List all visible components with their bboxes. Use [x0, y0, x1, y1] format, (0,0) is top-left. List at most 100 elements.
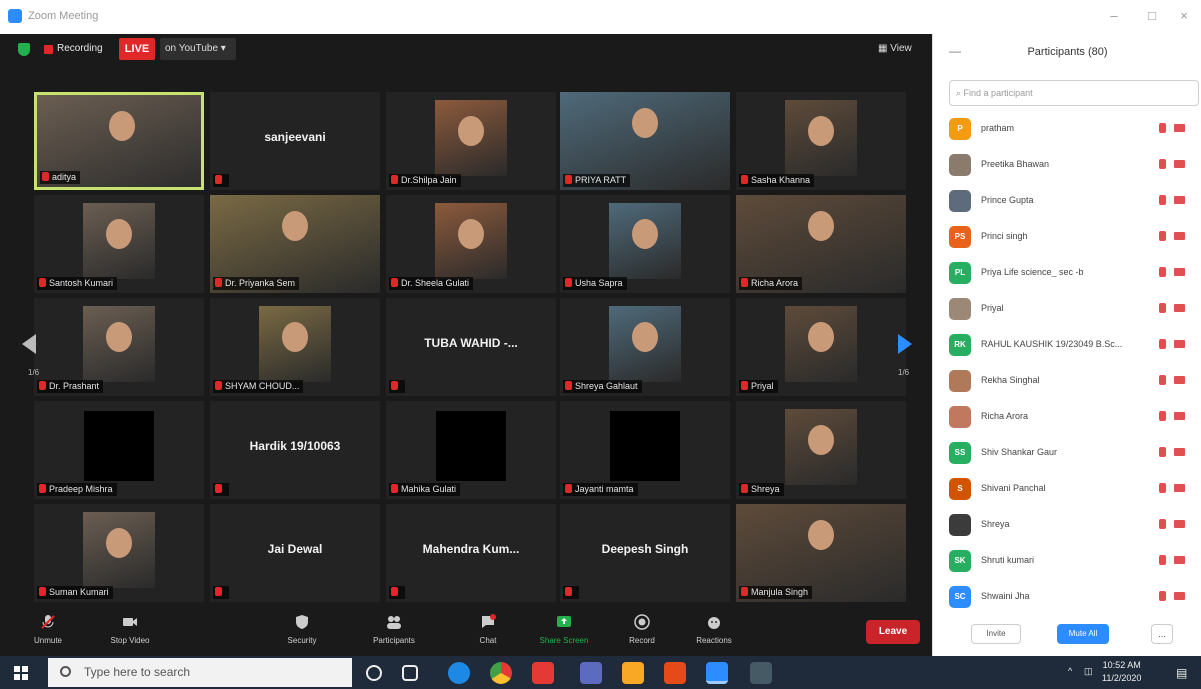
edge-browser-icon[interactable]	[448, 662, 470, 684]
stop-video-button[interactable]: Stop Video	[100, 614, 160, 645]
participant-name-tag: Dr. Prashant	[37, 380, 104, 393]
windows-start-icon[interactable]	[14, 666, 28, 680]
participant-search-input[interactable]: ⌕ Find a participant	[949, 80, 1199, 106]
participant-name: Shreya Gahlaut	[575, 381, 638, 391]
participant-video-tile[interactable]: Pradeep Mishra	[34, 401, 204, 499]
muted-mic-icon	[741, 587, 748, 596]
taskbar-clock[interactable]: 10:52 AM 11/2/2020	[1102, 659, 1141, 685]
video-camera-icon	[1174, 376, 1185, 384]
participant-row[interactable]: Priyal	[933, 290, 1201, 326]
minimize-button[interactable]: –	[1102, 8, 1126, 23]
zoom-taskbar-icon[interactable]	[706, 662, 728, 684]
task-view-icon[interactable]	[402, 665, 418, 681]
app-icon[interactable]	[750, 662, 772, 684]
participant-row[interactable]: PL Priya Life science_ sec -b	[933, 254, 1201, 290]
participants-button[interactable]: Participants	[364, 614, 424, 645]
youtube-icon[interactable]	[532, 662, 554, 684]
participant-video-tile[interactable]: Jai Dewal	[210, 504, 380, 602]
participant-row[interactable]: PS Princi singh	[933, 218, 1201, 254]
participant-name-tag: Manjula Singh	[739, 586, 813, 599]
participant-name-tag: Jayanti mamta	[563, 483, 638, 496]
share-screen-button[interactable]: Share Screen	[534, 614, 594, 645]
notification-icon[interactable]: ▤	[1176, 666, 1187, 680]
participant-row[interactable]: Shreya	[933, 506, 1201, 542]
participant-video-tile[interactable]: Dr. Priyanka Sem	[210, 195, 380, 293]
participant-face	[808, 116, 834, 146]
participant-video-tile[interactable]: Suman Kumari	[34, 504, 204, 602]
participant-face	[808, 425, 834, 455]
muted-mic-icon	[1159, 159, 1166, 169]
next-page-arrow-icon[interactable]	[898, 334, 912, 354]
participant-video-tile[interactable]: sanjeevani	[210, 92, 380, 190]
participant-video-tile[interactable]: aditya	[34, 92, 204, 190]
teams-icon[interactable]	[580, 662, 602, 684]
participant-name: Pradeep Mishra	[49, 484, 113, 494]
leave-button[interactable]: Leave	[866, 620, 920, 644]
participant-video-tile[interactable]: Mahendra Kum...	[386, 504, 556, 602]
participant-video-tile[interactable]: Manjula Singh	[736, 504, 906, 602]
participant-name: Usha Sapra	[575, 278, 623, 288]
participant-video-tile[interactable]: PRIYA RATT	[560, 92, 730, 190]
participant-video-tile[interactable]: Dr. Prashant	[34, 298, 204, 396]
participant-video-tile[interactable]: Shreya	[736, 401, 906, 499]
network-icon[interactable]: ◫	[1084, 666, 1093, 677]
participant-row[interactable]: Preetika Bhawan	[933, 146, 1201, 182]
cortana-icon[interactable]	[366, 665, 382, 681]
record-button[interactable]: Record	[612, 614, 672, 645]
powerpoint-icon[interactable]	[664, 662, 686, 684]
unmute-button[interactable]: Unmute	[18, 614, 78, 645]
participant-video-feed	[609, 203, 681, 279]
participant-row[interactable]: Prince Gupta	[933, 182, 1201, 218]
participant-video-tile[interactable]: TUBA WAHID -...	[386, 298, 556, 396]
more-options-button[interactable]: ...	[1151, 624, 1173, 644]
video-grid: aditya sanjeevani Dr.Shilpa Jain PRIYA RATT…	[0, 92, 932, 602]
participant-video-tile[interactable]: Dr.Shilpa Jain	[386, 92, 556, 190]
participant-video-tile[interactable]: Dr. Sheela Gulati	[386, 195, 556, 293]
participant-video-tile[interactable]: Mahika Gulati	[386, 401, 556, 499]
security-button[interactable]: Security	[272, 614, 332, 645]
avatar: RK	[949, 334, 971, 356]
mute-all-button[interactable]: Mute All	[1057, 624, 1109, 644]
view-button[interactable]: ▦ View	[878, 43, 912, 54]
tray-chevron-icon[interactable]: ^	[1068, 666, 1072, 676]
participant-video-tile[interactable]: Shreya Gahlaut	[560, 298, 730, 396]
window-title: Zoom Meeting	[28, 10, 99, 22]
participant-row[interactable]: SS Shiv Shankar Gaur	[933, 434, 1201, 470]
participant-video-tile[interactable]: Santosh Kumari	[34, 195, 204, 293]
chat-button[interactable]: Chat	[458, 614, 518, 645]
participant-row[interactable]: Rekha Singhal	[933, 362, 1201, 398]
participant-name: Shreya	[981, 519, 1010, 529]
participant-row[interactable]: SK Shruti kumari	[933, 542, 1201, 578]
maximize-button[interactable]: □	[1140, 8, 1164, 23]
security-shield-icon[interactable]	[18, 43, 30, 56]
participant-video-tile[interactable]: SHYAM CHOUD...	[210, 298, 380, 396]
participant-name: Princi singh	[981, 231, 1028, 241]
reactions-button[interactable]: Reactions	[684, 614, 744, 645]
chrome-browser-icon[interactable]	[490, 662, 512, 684]
participant-face	[808, 520, 834, 550]
participant-row[interactable]: SC Shwaini Jha	[933, 578, 1201, 614]
participant-row[interactable]: Ppratham	[933, 110, 1201, 146]
close-button[interactable]: ×	[1172, 8, 1196, 23]
participant-video-tile[interactable]: Usha Sapra	[560, 195, 730, 293]
file-explorer-icon[interactable]	[622, 662, 644, 684]
muted-mic-icon	[215, 484, 222, 493]
participant-video-tile[interactable]: Deepesh Singh	[560, 504, 730, 602]
search-icon	[60, 666, 71, 677]
participant-video-tile[interactable]: Hardik 19/10063	[210, 401, 380, 499]
avatar: SC	[949, 586, 971, 608]
previous-page-arrow-icon[interactable]	[22, 334, 36, 354]
participant-video-tile[interactable]: Richa Arora	[736, 195, 906, 293]
chat-label: Chat	[479, 636, 497, 645]
participant-row[interactable]: S Shivani Panchal	[933, 470, 1201, 506]
taskbar-search-box[interactable]: Type here to search	[48, 658, 352, 687]
invite-button[interactable]: Invite	[971, 624, 1021, 644]
participant-row[interactable]: Richa Arora	[933, 398, 1201, 434]
participant-video-feed	[785, 100, 857, 176]
participant-video-tile[interactable]: Priyal	[736, 298, 906, 396]
participant-video-tile[interactable]: Sasha Khanna	[736, 92, 906, 190]
participant-row[interactable]: RK RAHUL KAUSHIK 19/23049 B.Sc...	[933, 326, 1201, 362]
participant-name: Shreya	[751, 484, 780, 494]
participant-video-tile[interactable]: Jayanti mamta	[560, 401, 730, 499]
live-stream-dropdown[interactable]: on YouTube ▾	[160, 38, 236, 60]
